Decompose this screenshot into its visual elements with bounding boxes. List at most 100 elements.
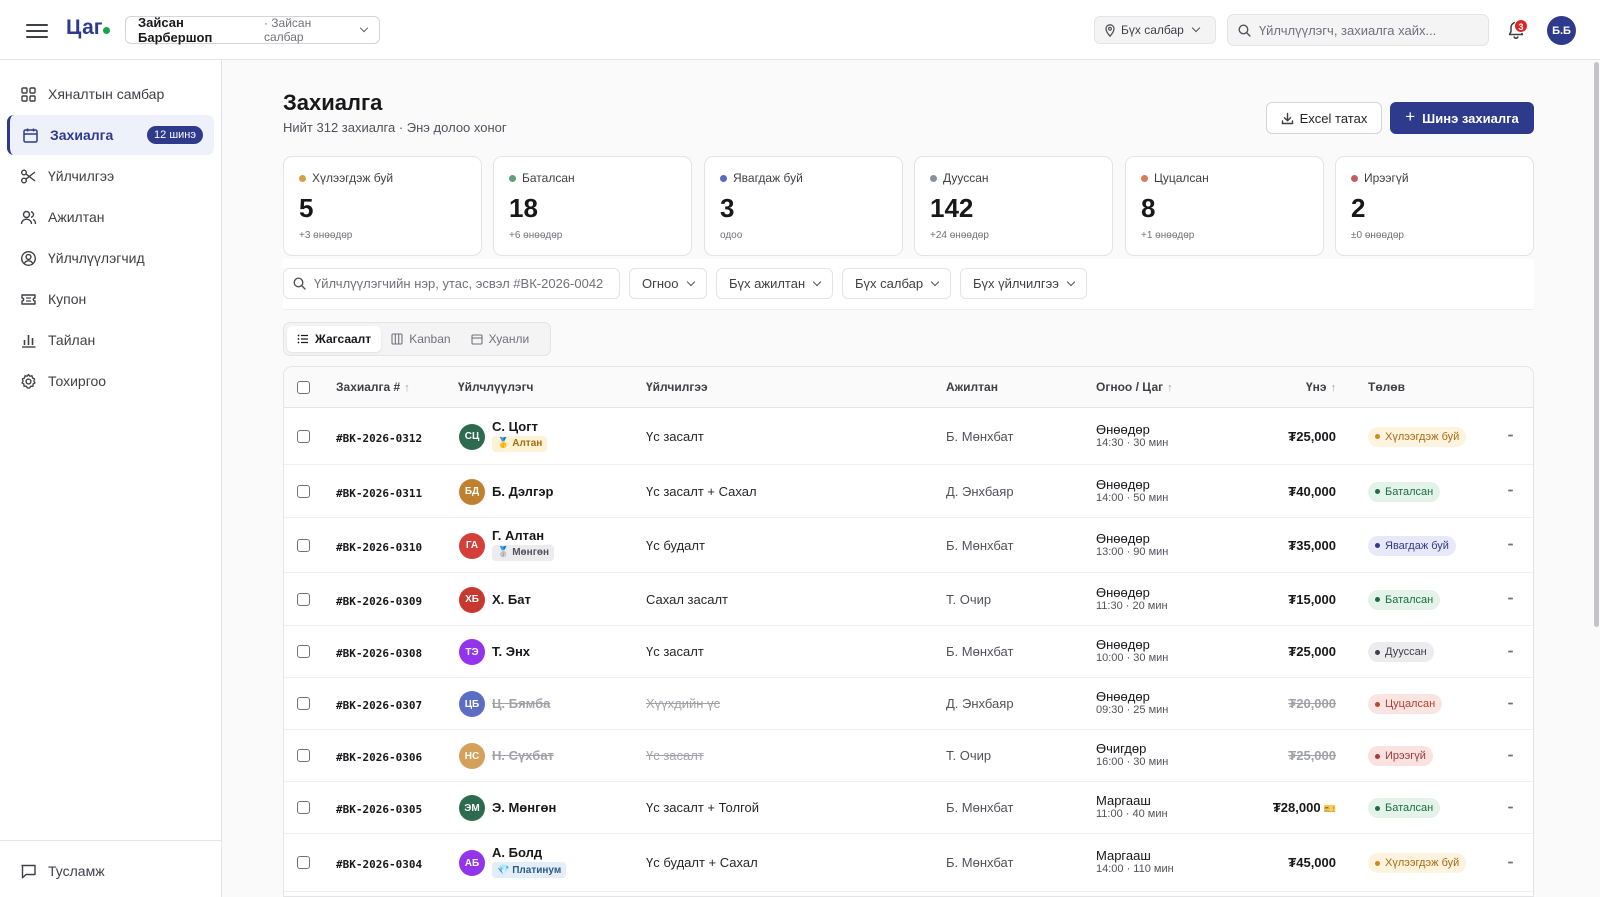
status-badge[interactable]: Ирээгүй xyxy=(1368,746,1433,766)
status-badge[interactable]: Баталсан xyxy=(1368,481,1441,502)
service-filter-dropdown[interactable]: Бүх үйлчилгээ xyxy=(960,268,1087,299)
table-row[interactable]: #ВК-2026-0305 ЭМ Э. Мөнгөн Үс засалт + Толг… xyxy=(284,782,1533,834)
booking-id[interactable]: #ВК-2026-0311 xyxy=(336,487,422,500)
column-header-booking[interactable]: Захиалга # ↑ xyxy=(336,367,410,408)
global-search-input[interactable] xyxy=(1258,22,1478,38)
customer-name[interactable]: Ц. Бямба xyxy=(492,696,550,711)
page-scrollbar-thumb[interactable] xyxy=(1594,62,1599,627)
stat-card[interactable]: Дууссан 142 +24 өнөөдөр xyxy=(914,156,1113,256)
row-actions-icon[interactable]: ••• xyxy=(1500,427,1520,447)
sidebar-item-help[interactable]: Тусламж xyxy=(7,851,214,891)
date-filter-dropdown[interactable]: Огноо xyxy=(629,268,707,299)
row-checkbox[interactable] xyxy=(297,801,310,814)
sidebar-item-staff[interactable]: Ажилтан xyxy=(7,197,214,237)
stat-label-row: Цуцалсан xyxy=(1141,171,1308,185)
menu-icon[interactable] xyxy=(26,20,48,40)
customer-avatar: ЭМ xyxy=(459,795,485,821)
export-excel-button[interactable]: Excel татах xyxy=(1266,102,1382,134)
sidebar-item-bookings[interactable]: Захиалга 12 шинэ xyxy=(7,115,214,155)
status-badge[interactable]: Хүлээгдэж буй xyxy=(1368,853,1467,873)
status-badge[interactable]: Явагдаж буй xyxy=(1368,535,1456,556)
table-row[interactable]: #ВК-2026-0304 АБ А. Болд 💎 Платинум Үс будал… xyxy=(284,834,1533,892)
status-badge[interactable]: Баталсан xyxy=(1368,798,1441,818)
branch-filter-dropdown[interactable]: Бүх салбар xyxy=(1094,16,1216,44)
row-checkbox[interactable] xyxy=(297,484,310,498)
booking-id[interactable]: #ВК-2026-0306 xyxy=(336,751,422,764)
stat-card[interactable]: Ирээгүй 2 ±0 өнөөдөр xyxy=(1335,156,1534,256)
row-actions-icon[interactable]: ••• xyxy=(1500,590,1520,610)
table-row[interactable]: #ВК-2026-0310 ГА Г. Алтан 🥈 Мөнгөн Үс будалт… xyxy=(284,518,1533,573)
app-logo[interactable]: Цаг xyxy=(66,16,103,40)
stat-card[interactable]: Баталсан 18 +6 өнөөдөр xyxy=(493,156,692,256)
row-checkbox[interactable] xyxy=(297,645,310,658)
customer-name[interactable]: Н. Сүхбат xyxy=(492,748,554,763)
staff-filter-dropdown[interactable]: Бүх ажилтан xyxy=(716,268,834,299)
status-badge[interactable]: Баталсан xyxy=(1368,589,1441,610)
sidebar-item-dashboard[interactable]: Хяналтын самбар xyxy=(7,74,214,114)
booking-search-input[interactable] xyxy=(314,276,609,291)
booking-price: ₮35,000 xyxy=(1288,537,1336,553)
column-header-datetime[interactable]: Огноо / Цаг ↑ xyxy=(1096,367,1173,408)
export-excel-label: Excel татах xyxy=(1299,110,1368,126)
booking-id[interactable]: #ВК-2026-0308 xyxy=(336,647,422,660)
column-header-price[interactable]: Үнэ ↑ xyxy=(1306,367,1336,408)
table-row[interactable]: #ВК-2026-0311 БД Б. Дэлгэр Үс засалт + Саха… xyxy=(284,465,1533,518)
branch-filter-dropdown-secondary[interactable]: Бүх салбар xyxy=(842,268,952,299)
booking-search[interactable] xyxy=(283,268,620,299)
global-search[interactable] xyxy=(1227,14,1489,46)
row-actions-icon[interactable]: ••• xyxy=(1500,536,1520,556)
row-checkbox[interactable] xyxy=(297,429,310,443)
select-all-checkbox[interactable] xyxy=(297,381,310,394)
row-actions-icon[interactable]: ••• xyxy=(1500,482,1520,502)
booking-id[interactable]: #ВК-2026-0312 xyxy=(336,432,422,445)
customer-name[interactable]: Б. Дэлгэр xyxy=(492,484,553,499)
booking-id[interactable]: #ВК-2026-0305 xyxy=(336,803,422,816)
table-row[interactable]: #ВК-2026-0309 ХБ Х. Бат Сахал засалт Т. Очир… xyxy=(284,573,1533,626)
table-row[interactable]: #ВК-2026-0312 СЦ С. Цогт 🥇 Алтан Үс засалт Б.… xyxy=(284,408,1533,465)
tab-list[interactable]: Жагсаалт xyxy=(287,326,382,352)
tab-label: Хуанли xyxy=(488,332,530,346)
status-badge[interactable]: Цуцалсан xyxy=(1368,694,1443,714)
booking-id[interactable]: #ВК-2026-0310 xyxy=(336,541,422,554)
stat-card[interactable]: Цуцалсан 8 +1 өнөөдөр xyxy=(1125,156,1324,256)
customer-name[interactable]: Х. Бат xyxy=(492,592,531,607)
sidebar-item-settings[interactable]: Тохиргоо xyxy=(7,361,214,401)
tab-kanban[interactable]: Kanban xyxy=(381,326,460,352)
row-checkbox[interactable] xyxy=(297,697,310,710)
status-badge[interactable]: Хүлээгдэж буй xyxy=(1368,426,1467,447)
customer-name[interactable]: Э. Мөнгөн xyxy=(492,800,556,815)
sidebar-item-customers[interactable]: Үйлчлүүлэгчид xyxy=(7,238,214,278)
table-row[interactable]: #ВК-2026-0308 ТЭ Т. Энх Үс засалт Б. Мөнхбат… xyxy=(284,626,1533,678)
stat-card[interactable]: Хүлээгдэж буй 5 +3 өнөөдөр xyxy=(283,156,482,256)
row-actions-icon[interactable]: ••• xyxy=(1500,694,1520,714)
sidebar-item-reports[interactable]: Тайлан xyxy=(7,320,214,360)
user-avatar[interactable]: Б.Б xyxy=(1547,16,1576,45)
customer-name[interactable]: Т. Энх xyxy=(492,644,530,659)
row-checkbox[interactable] xyxy=(297,749,310,762)
sidebar-item-services[interactable]: Үйлчилгээ xyxy=(7,156,214,196)
row-actions-icon[interactable]: ••• xyxy=(1500,798,1520,818)
row-actions-icon[interactable]: ••• xyxy=(1500,642,1520,662)
status-badge[interactable]: Дууссан xyxy=(1368,642,1434,662)
booking-id[interactable]: #ВК-2026-0307 xyxy=(336,699,422,712)
tab-calendar[interactable]: Хуанли xyxy=(461,326,540,352)
customer-name[interactable]: Г. Алтан xyxy=(492,528,554,543)
row-checkbox[interactable] xyxy=(297,538,310,552)
stat-card[interactable]: Явагдаж буй 3 одоо xyxy=(704,156,903,256)
row-checkbox[interactable] xyxy=(297,592,310,606)
column-label: Огноо / Цаг xyxy=(1096,380,1164,394)
row-actions-icon[interactable]: ••• xyxy=(1500,746,1520,766)
row-checkbox[interactable] xyxy=(297,856,310,869)
booking-id[interactable]: #ВК-2026-0309 xyxy=(336,595,422,608)
customer-name[interactable]: А. Болд xyxy=(492,845,566,860)
sidebar-item-coupons[interactable]: Купон xyxy=(7,279,214,319)
business-selector[interactable]: Зайсан Барбершоп · Зайсан салбар xyxy=(125,15,380,45)
gear-icon xyxy=(21,373,36,389)
table-row[interactable]: #ВК-2026-0306 НС Н. Сүхбат Үс засалт Т. Очир… xyxy=(284,730,1533,782)
row-actions-icon[interactable]: ••• xyxy=(1500,853,1520,873)
table-row[interactable]: #ВК-2026-0307 ЦБ Ц. Бямба Хүүхдийн үс Д. Энх… xyxy=(284,678,1533,730)
new-booking-button[interactable]: + Шинэ захиалга xyxy=(1390,102,1534,134)
booking-id[interactable]: #ВК-2026-0304 xyxy=(336,858,422,871)
booking-time: 14:00 · 50 мин xyxy=(1096,491,1169,504)
customer-name[interactable]: С. Цогт xyxy=(492,419,547,434)
